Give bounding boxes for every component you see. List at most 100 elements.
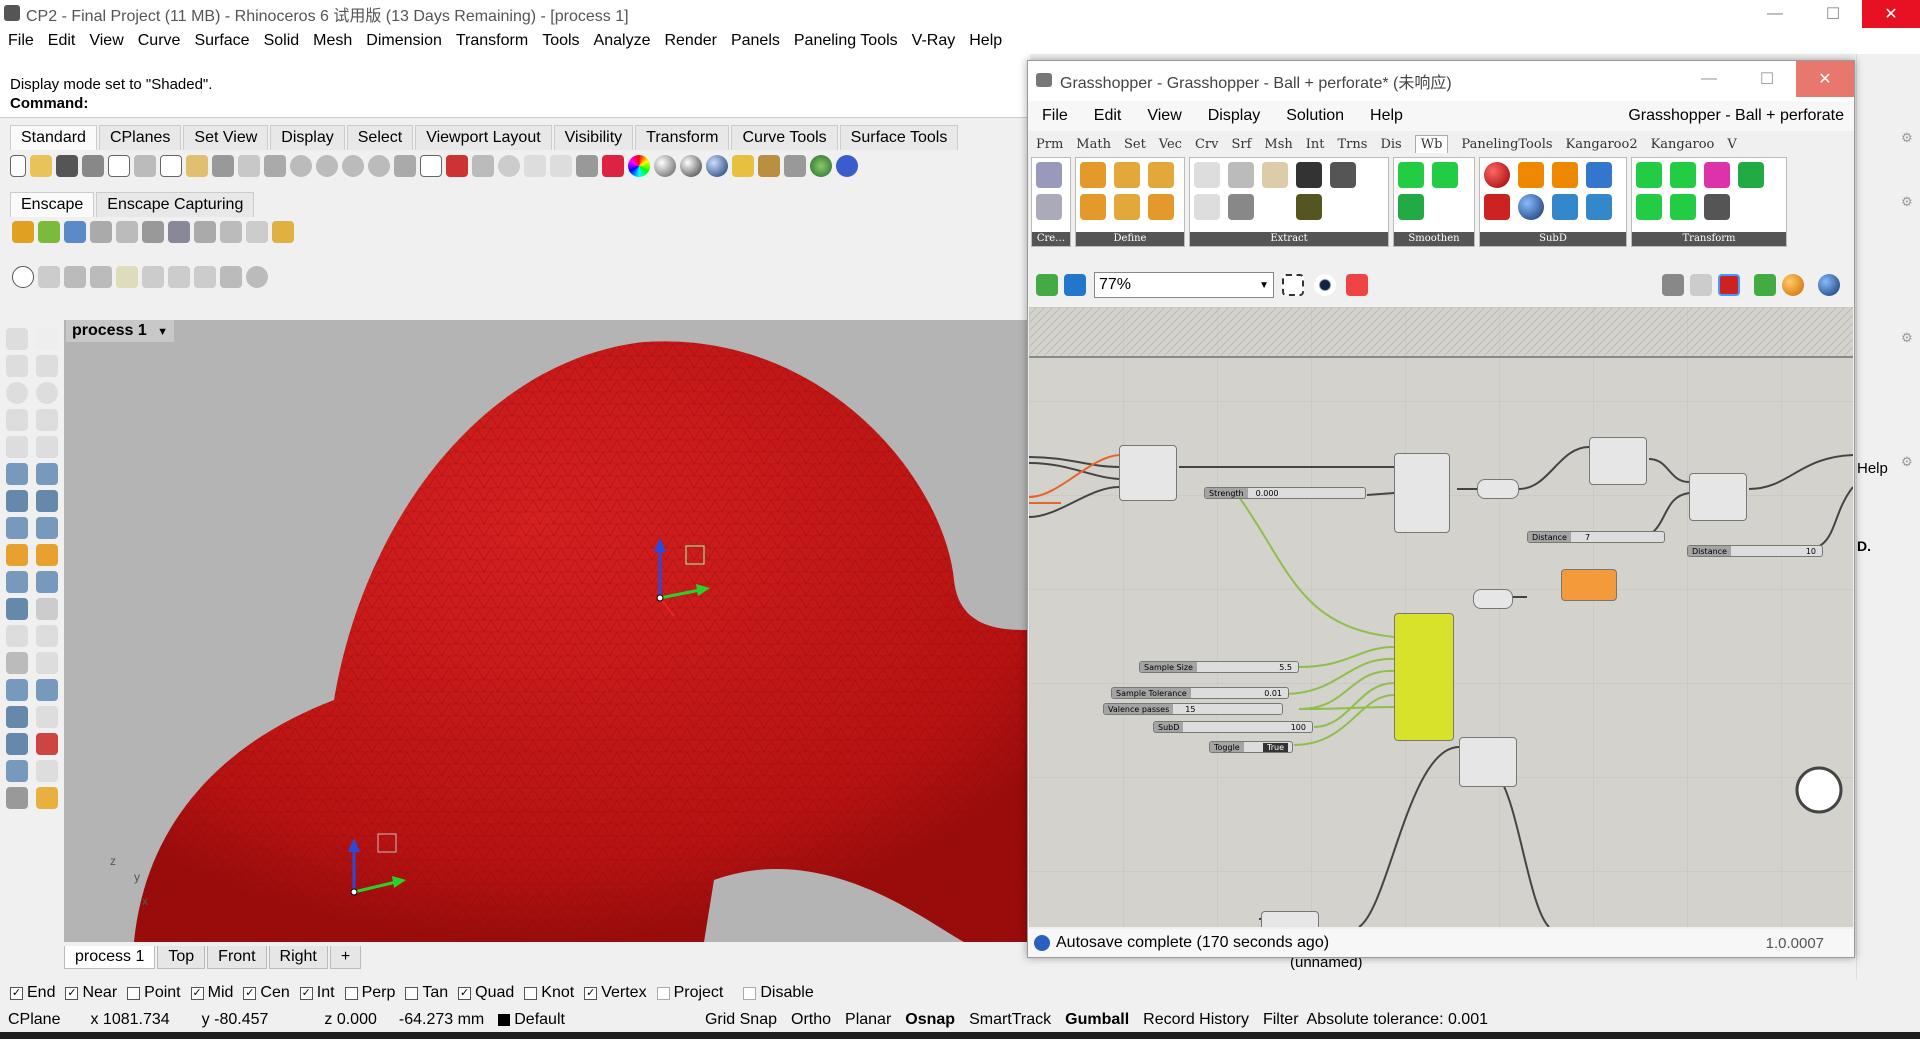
create-icon-2[interactable] (1036, 194, 1062, 220)
material-tool-icon[interactable] (36, 787, 58, 809)
define-icon-1[interactable] (1080, 162, 1106, 188)
osnap-vertex[interactable]: ✓ Vertex (584, 984, 647, 1002)
status-record-history[interactable]: Record History (1143, 1011, 1249, 1029)
transform-icon-6[interactable] (1670, 194, 1696, 220)
add-viewport-button[interactable]: + (329, 945, 362, 969)
layout-icon[interactable] (6, 760, 28, 782)
box-icon[interactable] (6, 490, 28, 512)
define-icon-6[interactable] (1148, 194, 1174, 220)
chevron-down-icon[interactable]: ▼ (157, 326, 168, 338)
copy-icon[interactable] (160, 155, 182, 177)
fillet-icon[interactable] (36, 436, 58, 458)
tab-right[interactable]: Right (268, 945, 328, 969)
transform-icon-7[interactable] (1704, 194, 1730, 220)
slider-strength[interactable]: Strength 0.000 (1204, 487, 1366, 499)
enscape-video-icon[interactable] (142, 221, 164, 243)
cut-icon[interactable] (134, 155, 156, 177)
options-icon[interactable] (732, 155, 754, 177)
osnap-quad[interactable]: ✓ Quad (458, 984, 514, 1002)
minimize-button[interactable]: — (1746, 0, 1804, 28)
transform-icon-5[interactable] (1636, 194, 1662, 220)
zoom-extents-icon[interactable] (342, 155, 364, 177)
curve-icon[interactable] (36, 355, 58, 377)
status-layer[interactable]: Default (514, 1011, 565, 1029)
menu-file[interactable]: File (8, 32, 34, 50)
open-icon[interactable] (30, 155, 52, 177)
enscape-sync-icon[interactable] (38, 221, 60, 243)
check-icon[interactable] (36, 760, 58, 782)
osnap-point[interactable]: Point (127, 984, 181, 1002)
preview-mesh-icon[interactable] (1754, 274, 1776, 296)
subd-icon-7[interactable] (1552, 194, 1578, 220)
zoom-select[interactable]: 77% ▼ (1094, 272, 1274, 298)
osnap-disable[interactable]: Disable (743, 984, 814, 1002)
preview-wire-icon[interactable] (1662, 274, 1684, 296)
solid-icon[interactable] (6, 706, 28, 728)
new-icon[interactable] (10, 155, 26, 177)
lock-icon[interactable] (576, 155, 598, 177)
tab-set-view[interactable]: Set View (183, 125, 269, 150)
status-smarttrack[interactable]: SmartTrack (969, 1011, 1051, 1029)
select-icon[interactable] (6, 328, 28, 350)
zoom-extents-icon[interactable] (1282, 274, 1304, 296)
osnap-end[interactable]: ✓ End (10, 984, 55, 1002)
enscape-settings-icon[interactable] (194, 221, 216, 243)
chair-tool-icon[interactable] (142, 266, 164, 288)
menu-analyze[interactable]: Analyze (594, 32, 651, 50)
tab-cplanes[interactable]: CPlanes (98, 125, 182, 150)
menu-edit[interactable]: Edit (48, 32, 76, 50)
gh-tab-wb[interactable]: Wb (1414, 135, 1449, 153)
smooth-icon-1[interactable] (1398, 162, 1424, 188)
help-panel-label[interactable]: Help (1857, 460, 1888, 477)
rotate-view-icon[interactable] (394, 155, 416, 177)
transform-icon-3[interactable] (1704, 162, 1730, 188)
slider-sample-size[interactable]: Sample Size 5.5 (1139, 661, 1299, 673)
subd-icon-5[interactable] (1484, 194, 1510, 220)
tab-enscape[interactable]: Enscape (10, 192, 95, 217)
transform-icon-4[interactable] (1738, 162, 1764, 188)
tab-select[interactable]: Select (346, 125, 414, 150)
gh-menu-view[interactable]: View (1147, 107, 1181, 125)
gear-icon-2[interactable]: ⚙ (1901, 194, 1913, 210)
sphere-icon[interactable] (654, 155, 676, 177)
zoom-window-icon[interactable] (316, 155, 338, 177)
gh-close-button[interactable]: ✕ (1796, 61, 1854, 97)
extract-icon-5[interactable] (1330, 162, 1356, 188)
car-icon[interactable] (446, 155, 468, 177)
trim-icon[interactable] (36, 571, 58, 593)
define-icon-5[interactable] (1114, 194, 1140, 220)
enscape-view-icon[interactable] (64, 221, 86, 243)
grid-array-icon[interactable] (6, 733, 28, 755)
help-icon[interactable] (836, 155, 858, 177)
tab-curve-tools[interactable]: Curve Tools (731, 125, 838, 150)
osnap-project[interactable]: Project (656, 984, 723, 1002)
menu-dimension[interactable]: Dimension (366, 32, 442, 50)
tab-transform[interactable]: Transform (635, 125, 730, 150)
analyze-icon[interactable] (36, 733, 58, 755)
enscape-feedback-icon[interactable] (246, 221, 268, 243)
toggle-true[interactable]: Toggle True (1209, 741, 1293, 753)
polyline-icon[interactable] (6, 355, 28, 377)
slider-valence-passes[interactable]: Valence passes 15 (1103, 703, 1283, 715)
gh-component-blue[interactable] (1589, 437, 1647, 485)
enscape-start-icon[interactable] (12, 221, 34, 243)
osnap-perp[interactable]: Perp (344, 984, 395, 1002)
light-icon[interactable] (550, 155, 572, 177)
slider-distance-2[interactable]: Distance 10 (1687, 545, 1823, 557)
gh-tab-dis[interactable]: Dis (1380, 137, 1401, 152)
points-icon[interactable] (524, 155, 546, 177)
define-icon-3[interactable] (1148, 162, 1174, 188)
subd-icon-2[interactable] (1518, 162, 1544, 188)
plant-tool-icon[interactable] (194, 266, 216, 288)
measure-icon[interactable] (36, 706, 58, 728)
transform-icon-1[interactable] (1636, 162, 1662, 188)
subd-icon-1[interactable] (1484, 162, 1510, 188)
rotate-icon[interactable] (6, 625, 28, 647)
blue-sphere-icon[interactable] (706, 155, 728, 177)
enscape-info-icon[interactable] (272, 221, 294, 243)
menu-curve[interactable]: Curve (138, 32, 181, 50)
menu-view[interactable]: View (89, 32, 123, 50)
gh-tab-kangaroo2[interactable]: Kangaroo2 (1566, 137, 1638, 152)
slider-subd[interactable]: SubD 100 (1153, 721, 1313, 733)
cube-tool-icon[interactable] (38, 266, 60, 288)
